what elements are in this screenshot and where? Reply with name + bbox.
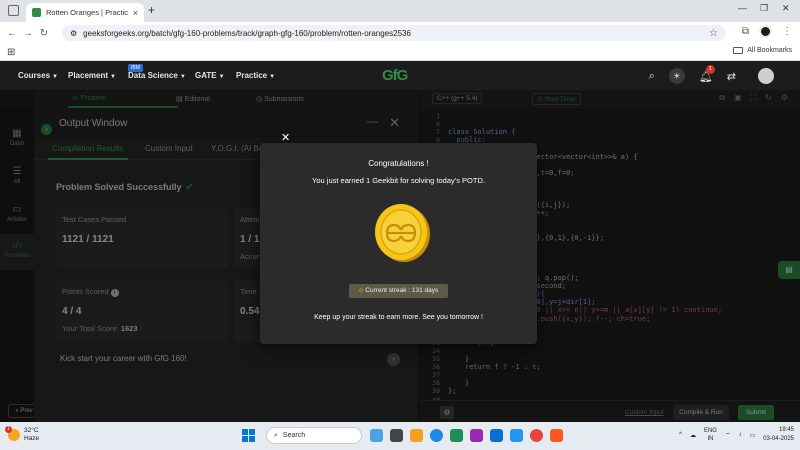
bookmark-star-icon[interactable]: ☆ (709, 28, 718, 39)
apps-grid-icon[interactable]: ⊞ (7, 47, 15, 58)
user-avatar[interactable] (758, 68, 774, 84)
bookmarks-bar: ⊞ All Bookmarks (0, 44, 800, 61)
chevron-down-icon: ▼ (218, 74, 225, 80)
reload-icon[interactable]: ↻ (36, 28, 52, 39)
new-tab-icon[interactable]: + (148, 3, 155, 17)
back-icon[interactable]: ← (4, 28, 20, 39)
notification-bell-icon[interactable]: 🔔︎ 1 (699, 64, 715, 83)
potd-congrats-modal: Congratulations ! You just earned 1 Geek… (260, 143, 537, 344)
tab-title: Rotten Oranges | Practice | Gee (46, 8, 128, 17)
app-icon[interactable] (470, 429, 483, 442)
current-streak-badge: 🔥︎ Current streak : 131 days (349, 284, 448, 298)
nav-courses[interactable]: Courses ▼ (18, 71, 58, 80)
chevron-down-icon: ▼ (110, 74, 116, 80)
weather-sun-icon: 1 (5, 426, 20, 441)
browser-tab-active[interactable]: Rotten Oranges | Practice | Gee × (26, 3, 144, 22)
gfg-logo[interactable]: GfG (382, 67, 408, 84)
site-info-icon[interactable]: ⚙ (70, 29, 77, 38)
tab-search-icon[interactable] (8, 5, 19, 16)
modal-title: Congratulations ! (368, 159, 429, 168)
maximize-icon[interactable]: ❐ (760, 3, 768, 14)
nav-placement[interactable]: Placement ▼ (68, 71, 116, 80)
volume-icon[interactable]: ♪ (739, 432, 742, 438)
system-tray: ^ ☁ ENG IN ⌔ ♪ ▭ 19:45 03-04-2025 (679, 426, 794, 444)
translate-icon[interactable]: ⇄ (727, 70, 736, 83)
taskbar-search[interactable]: ⌕ Search (266, 427, 362, 444)
windows-taskbar: 1 32°C Haze ⌕ Search ^ ☁ ENG IN ⌔ ♪ ▭ 19:45… (0, 422, 800, 450)
profile-avatar[interactable] (759, 25, 772, 38)
close-window-icon[interactable]: ✕ (782, 3, 790, 14)
browser-tab-bar: Rotten Oranges | Practice | Gee × + — ❐ … (0, 0, 800, 22)
windows-start-icon[interactable] (242, 429, 255, 442)
extensions-icon[interactable]: ⧉ (742, 26, 749, 37)
cloud-icon[interactable]: ☁ (690, 432, 696, 439)
brave-icon[interactable] (550, 429, 563, 442)
search-icon[interactable]: ⌕ (649, 70, 655, 83)
chevron-up-icon[interactable]: ^ (679, 432, 682, 438)
nav-data-science[interactable]: Data Science ▼ (128, 71, 186, 80)
nav-practice[interactable]: Practice ▼ (236, 71, 275, 80)
address-bar-row: ← → ↻ ⚙ geeksforgeeks.org/batch/gfg-160-… (0, 22, 800, 44)
menu-icon[interactable]: ⋮ (782, 26, 792, 37)
forward-icon[interactable]: → (20, 28, 36, 39)
gfg-favicon-icon (32, 8, 41, 17)
edge-icon[interactable] (430, 429, 443, 442)
task-view-icon[interactable] (370, 429, 383, 442)
chevron-down-icon: ▼ (52, 74, 58, 80)
wifi-icon[interactable]: ⌔ (725, 431, 731, 439)
modal-message: You just earned 1 Geekbit for solving to… (312, 176, 485, 185)
file-explorer-icon[interactable] (410, 429, 423, 442)
nav-gate[interactable]: GATE ▼ (195, 71, 225, 80)
url-field[interactable]: ⚙ geeksforgeeks.org/batch/gfg-160-proble… (62, 25, 726, 41)
theme-toggle-icon[interactable]: ☀ (668, 68, 685, 84)
close-tab-icon[interactable]: × (133, 8, 138, 18)
modal-footer: Keep up your streak to earn more. See yo… (314, 314, 483, 321)
terminal-icon[interactable] (390, 429, 403, 442)
geekbit-coin-icon (375, 204, 430, 262)
flame-icon: 🔥︎ (358, 287, 364, 294)
chevron-down-icon: ▼ (179, 74, 186, 80)
gfg-navbar: Courses ▼ Placement ▼ IBM Data Science ▼ GA… (0, 62, 800, 90)
battery-icon[interactable]: ▭ (750, 432, 756, 439)
url-text: geeksforgeeks.org/batch/gfg-160-problems… (83, 28, 411, 38)
chrome-icon[interactable] (530, 429, 543, 442)
modal-close-icon[interactable]: ✕ (281, 131, 290, 144)
folder-icon (733, 47, 744, 54)
weather-widget[interactable]: 1 32°C Haze (5, 426, 39, 443)
all-bookmarks[interactable]: All Bookmarks (733, 47, 792, 54)
clock[interactable]: 19:45 03-04-2025 (763, 426, 794, 444)
notification-badge: 1 (705, 64, 715, 74)
chevron-down-icon: ▼ (269, 74, 276, 80)
language-indicator[interactable]: ENG IN (704, 427, 717, 443)
search-icon: ⌕ (274, 431, 278, 439)
mail-icon[interactable] (490, 429, 503, 442)
app2-icon[interactable] (510, 429, 523, 442)
minimize-icon[interactable]: — (738, 3, 747, 13)
store-icon[interactable] (450, 429, 463, 442)
